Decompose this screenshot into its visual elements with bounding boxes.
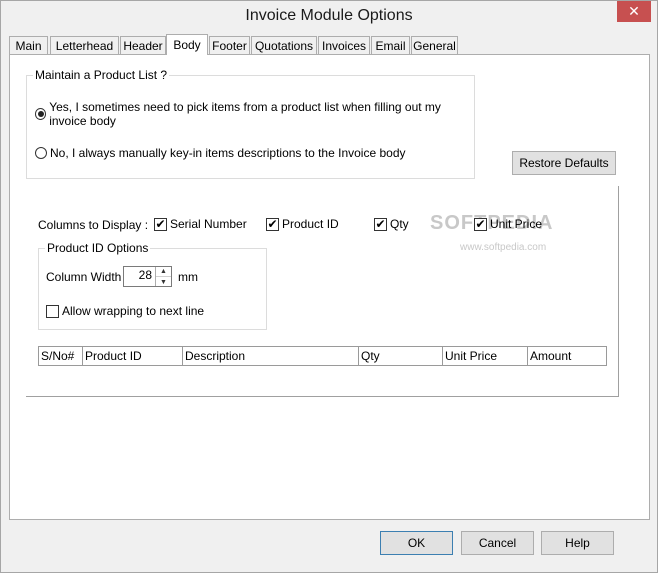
radio-no[interactable]	[35, 147, 47, 159]
check-icon[interactable]: ✔	[266, 217, 279, 231]
stepper-buttons: ▲ ▼	[155, 267, 171, 286]
item-grid-header: S/No# Product ID Description Qty Unit Pr…	[38, 346, 607, 366]
allow-wrapping-label: Allow wrapping to next line	[62, 304, 205, 318]
ok-button[interactable]: OK	[380, 531, 453, 555]
grid-col-amount[interactable]: Amount	[528, 347, 606, 365]
product-list-yes-option[interactable]: Yes, I sometimes need to pick items from…	[35, 100, 474, 128]
tab-invoices[interactable]: Invoices	[318, 36, 370, 54]
unit-price-label: Unit Price	[490, 217, 543, 231]
body-tab-panel: Maintain a Product List ? Yes, I sometim…	[9, 54, 650, 520]
checkbox-qty[interactable]: ✔ Qty	[374, 217, 409, 231]
check-icon[interactable]: ✔	[154, 217, 167, 231]
grid-col-description[interactable]: Description	[183, 347, 359, 365]
close-icon: ✕	[628, 3, 640, 19]
checkbox-unit-price[interactable]: ✔ Unit Price	[474, 217, 542, 231]
grid-col-sno[interactable]: S/No#	[39, 347, 83, 365]
serial-number-label: Serial Number	[170, 217, 247, 231]
close-button[interactable]: ✕	[617, 1, 651, 22]
checkbox-serial-number[interactable]: ✔ Serial Number	[154, 217, 247, 231]
product-id-options-group: Product ID Options Column Width 28 ▲ ▼ m…	[38, 241, 267, 330]
product-id-options-title: Product ID Options	[45, 241, 151, 255]
allow-wrapping-checkbox[interactable]: Allow wrapping to next line	[46, 304, 204, 318]
product-list-no-label: No, I always manually key-in items descr…	[50, 146, 406, 160]
window-title: Invoice Module Options	[245, 7, 413, 24]
cancel-button[interactable]: Cancel	[461, 531, 534, 555]
check-icon[interactable]: ✔	[474, 217, 487, 231]
dialog-footer: OK Cancel Help	[1, 521, 657, 572]
tab-letterhead[interactable]: Letterhead	[50, 36, 119, 54]
qty-label: Qty	[390, 217, 409, 231]
wrap-checkbox-box[interactable]	[46, 304, 59, 318]
product-list-no-option[interactable]: No, I always manually key-in items descr…	[35, 146, 406, 160]
options-dialog: Invoice Module Options ✕ Main Letterhead…	[0, 0, 658, 573]
tab-quotations[interactable]: Quotations	[251, 36, 317, 54]
columns-to-display-label: Columns to Display :	[38, 218, 149, 232]
title-bar: Invoice Module Options ✕	[1, 1, 657, 32]
help-button[interactable]: Help	[541, 531, 614, 555]
radio-yes[interactable]	[35, 108, 47, 120]
tab-main[interactable]: Main	[9, 36, 48, 54]
frame-divider-right	[618, 186, 619, 397]
product-id-label: Product ID	[282, 217, 339, 231]
tab-general[interactable]: General	[411, 36, 458, 54]
tab-header[interactable]: Header	[120, 36, 166, 54]
chevron-up-icon[interactable]: ▲	[156, 267, 171, 277]
radio-selected-dot	[37, 111, 44, 117]
product-list-group-title: Maintain a Product List ?	[33, 68, 170, 82]
watermark-url: www.softpedia.com	[460, 242, 547, 253]
chevron-down-icon[interactable]: ▼	[156, 277, 171, 287]
grid-col-unit-price[interactable]: Unit Price	[443, 347, 528, 365]
column-width-unit: mm	[178, 270, 198, 284]
column-width-label: Column Width	[46, 270, 122, 284]
product-list-group: Maintain a Product List ? Yes, I sometim…	[26, 68, 475, 179]
restore-defaults-button[interactable]: Restore Defaults	[512, 151, 616, 175]
tab-footer[interactable]: Footer	[209, 36, 250, 54]
check-icon[interactable]: ✔	[374, 217, 387, 231]
frame-divider-bottom	[26, 396, 619, 397]
grid-col-product-id[interactable]: Product ID	[83, 347, 183, 365]
column-width-stepper[interactable]: 28 ▲ ▼	[123, 266, 172, 287]
column-width-value: 28	[138, 268, 152, 282]
grid-col-qty[interactable]: Qty	[359, 347, 443, 365]
tab-body[interactable]: Body	[166, 34, 208, 55]
product-list-yes-label: Yes, I sometimes need to pick items from…	[49, 100, 441, 128]
tab-email[interactable]: Email	[371, 36, 410, 54]
checkbox-product-id[interactable]: ✔ Product ID	[266, 217, 339, 231]
